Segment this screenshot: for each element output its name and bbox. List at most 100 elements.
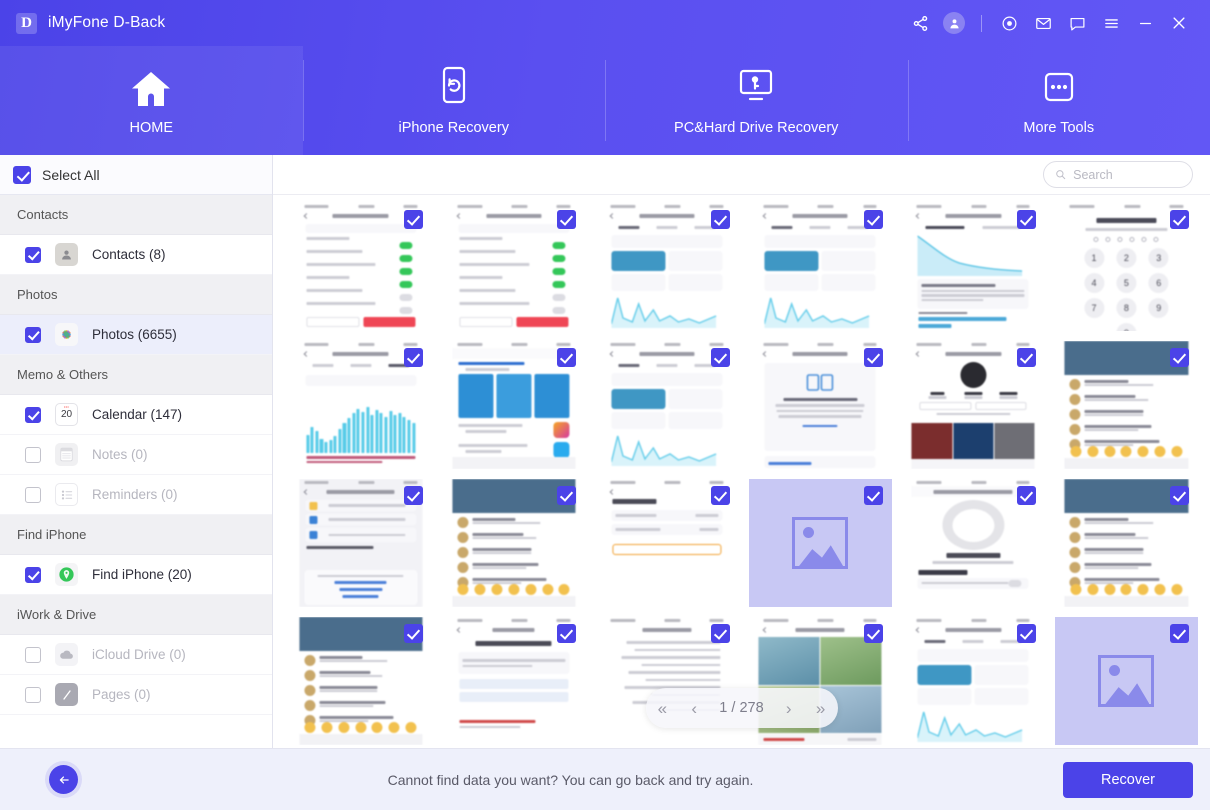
chat-icon[interactable] bbox=[1060, 6, 1094, 40]
app-logo-icon: D bbox=[16, 12, 37, 34]
app-title: iMyFone D-Back bbox=[48, 14, 166, 31]
titlebar-controls bbox=[903, 6, 1196, 40]
pagination-last-button[interactable]: » bbox=[814, 700, 827, 717]
thumbnail-checkbox[interactable] bbox=[557, 210, 577, 229]
thumbnail-item[interactable] bbox=[289, 341, 433, 469]
thumbnail-item[interactable] bbox=[595, 203, 739, 331]
recover-button[interactable]: Recover bbox=[1063, 761, 1193, 798]
thumbnail-checkbox[interactable] bbox=[1016, 348, 1036, 367]
thumbnail-item[interactable] bbox=[289, 203, 433, 331]
thumbnail-checkbox[interactable] bbox=[404, 624, 424, 643]
tab-more-tools[interactable]: More Tools bbox=[907, 46, 1210, 155]
thumbnail-checkbox[interactable] bbox=[557, 486, 577, 505]
thumbnail-checkbox[interactable] bbox=[863, 624, 883, 643]
thumbnail-checkbox[interactable] bbox=[1016, 210, 1036, 229]
sidebar-item-photos[interactable]: Photos (6655) bbox=[0, 315, 272, 355]
thumbnail-checkbox[interactable] bbox=[404, 210, 424, 229]
thumbnail-item[interactable] bbox=[442, 341, 586, 469]
search-input[interactable] bbox=[1073, 167, 1181, 182]
thumbnail-checkbox[interactable] bbox=[1170, 624, 1189, 643]
thumbnail-item[interactable] bbox=[289, 617, 433, 745]
thumbnail-checkbox[interactable] bbox=[1016, 624, 1036, 643]
notes-app-icon bbox=[55, 443, 78, 466]
thumbnail-item[interactable] bbox=[901, 203, 1045, 331]
thumbnail-checkbox[interactable] bbox=[1170, 210, 1189, 229]
thumbnail-checkbox[interactable] bbox=[404, 486, 424, 505]
thumbnail-item[interactable] bbox=[901, 617, 1045, 745]
brand: D iMyFone D-Back bbox=[16, 12, 166, 34]
search-box[interactable] bbox=[1043, 161, 1193, 188]
thumbnail-item[interactable] bbox=[748, 479, 892, 607]
thumbnail-item[interactable] bbox=[442, 617, 586, 745]
checkbox-pages[interactable] bbox=[25, 686, 41, 703]
thumbnail-checkbox[interactable] bbox=[710, 210, 730, 229]
thumbnail-checkbox[interactable] bbox=[1016, 486, 1036, 505]
titlebar-divider bbox=[981, 14, 982, 32]
thumbnail-item[interactable]: 1234567890 bbox=[1054, 203, 1198, 331]
thumbnail-item[interactable] bbox=[901, 341, 1045, 469]
checkbox-photos[interactable] bbox=[25, 326, 41, 343]
sidebar-item-calendar[interactable]: ••• 20 Calendar (147) bbox=[0, 395, 272, 435]
sidebar-group-memo-others: Memo & Others bbox=[0, 355, 272, 395]
sidebar-item-notes[interactable]: Notes (0) bbox=[0, 435, 272, 475]
thumbnail-checkbox[interactable] bbox=[863, 210, 883, 229]
thumbnail-item[interactable] bbox=[1054, 479, 1198, 607]
mail-icon[interactable] bbox=[1026, 6, 1060, 40]
sidebar-item-find-iphone[interactable]: Find iPhone (20) bbox=[0, 555, 272, 595]
pagination-next-button[interactable]: › bbox=[784, 700, 794, 717]
thumbnail-item[interactable] bbox=[442, 203, 586, 331]
pagination-first-button[interactable]: « bbox=[656, 700, 669, 717]
thumbnail-item[interactable] bbox=[595, 341, 739, 469]
app-body: Select All Contacts Contacts (8) Photos Pho… bbox=[0, 155, 1210, 748]
thumbnail-checkbox[interactable] bbox=[863, 348, 883, 367]
select-all-checkbox[interactable] bbox=[13, 165, 31, 184]
pagination-info: 1 / 278 bbox=[719, 700, 764, 716]
tab-pc-hard-drive-recovery[interactable]: PC&Hard Drive Recovery bbox=[605, 46, 908, 155]
thumbnail-checkbox[interactable] bbox=[1170, 486, 1189, 505]
thumbnail-item[interactable] bbox=[748, 341, 892, 469]
thumbnail-checkbox[interactable] bbox=[404, 348, 424, 367]
checkbox-find-iphone[interactable] bbox=[25, 566, 41, 583]
thumbnail-checkbox[interactable] bbox=[710, 486, 730, 505]
thumbnail-checkbox[interactable] bbox=[710, 624, 730, 643]
thumbnail-checkbox[interactable] bbox=[710, 348, 730, 367]
thumbnail-checkbox[interactable] bbox=[557, 624, 577, 643]
titlebar: D iMyFone D-Back bbox=[0, 0, 1210, 46]
checkbox-notes[interactable] bbox=[25, 446, 41, 463]
checkbox-icloud-drive[interactable] bbox=[25, 646, 41, 663]
thumbnail-item[interactable] bbox=[1054, 617, 1198, 745]
tab-home-label: HOME bbox=[129, 120, 174, 136]
checkbox-reminders[interactable] bbox=[25, 486, 41, 503]
checkbox-calendar[interactable] bbox=[25, 406, 41, 423]
thumbnail-item[interactable] bbox=[748, 203, 892, 331]
thumbnail-item[interactable] bbox=[595, 479, 739, 607]
tab-home[interactable]: HOME bbox=[0, 46, 303, 155]
share-icon[interactable] bbox=[903, 6, 937, 40]
phone-refresh-icon bbox=[437, 65, 471, 109]
checkbox-contacts[interactable] bbox=[25, 246, 41, 263]
sidebar-item-contacts[interactable]: Contacts (8) bbox=[0, 235, 272, 275]
tab-more-tools-label: More Tools bbox=[1023, 120, 1095, 136]
target-icon[interactable] bbox=[992, 6, 1026, 40]
thumbnail-item[interactable] bbox=[289, 479, 433, 607]
sidebar-item-label: Contacts (8) bbox=[92, 247, 166, 262]
back-button[interactable] bbox=[49, 765, 78, 794]
thumbnail-item[interactable] bbox=[442, 479, 586, 607]
account-icon[interactable] bbox=[937, 6, 971, 40]
thumbnail-checkbox[interactable] bbox=[1170, 348, 1189, 367]
thumbnail-checkbox[interactable] bbox=[863, 486, 883, 505]
sidebar-item-reminders[interactable]: Reminders (0) bbox=[0, 475, 272, 515]
thumbnail-checkbox[interactable] bbox=[557, 348, 577, 367]
menu-icon[interactable] bbox=[1094, 6, 1128, 40]
close-icon[interactable] bbox=[1162, 6, 1196, 40]
minimize-icon[interactable] bbox=[1128, 6, 1162, 40]
sidebar-item-label: Calendar (147) bbox=[92, 407, 183, 422]
select-all-row[interactable]: Select All bbox=[0, 155, 272, 195]
pagination-prev-button[interactable]: ‹ bbox=[689, 700, 699, 717]
thumbnail-item[interactable] bbox=[901, 479, 1045, 607]
sidebar-item-icloud-drive[interactable]: iCloud Drive (0) bbox=[0, 635, 272, 675]
sidebar-item-pages[interactable]: Pages (0) bbox=[0, 675, 272, 715]
tab-iphone-recovery[interactable]: iPhone Recovery bbox=[302, 46, 606, 155]
search-icon bbox=[1056, 170, 1066, 180]
thumbnail-item[interactable] bbox=[1054, 341, 1198, 469]
